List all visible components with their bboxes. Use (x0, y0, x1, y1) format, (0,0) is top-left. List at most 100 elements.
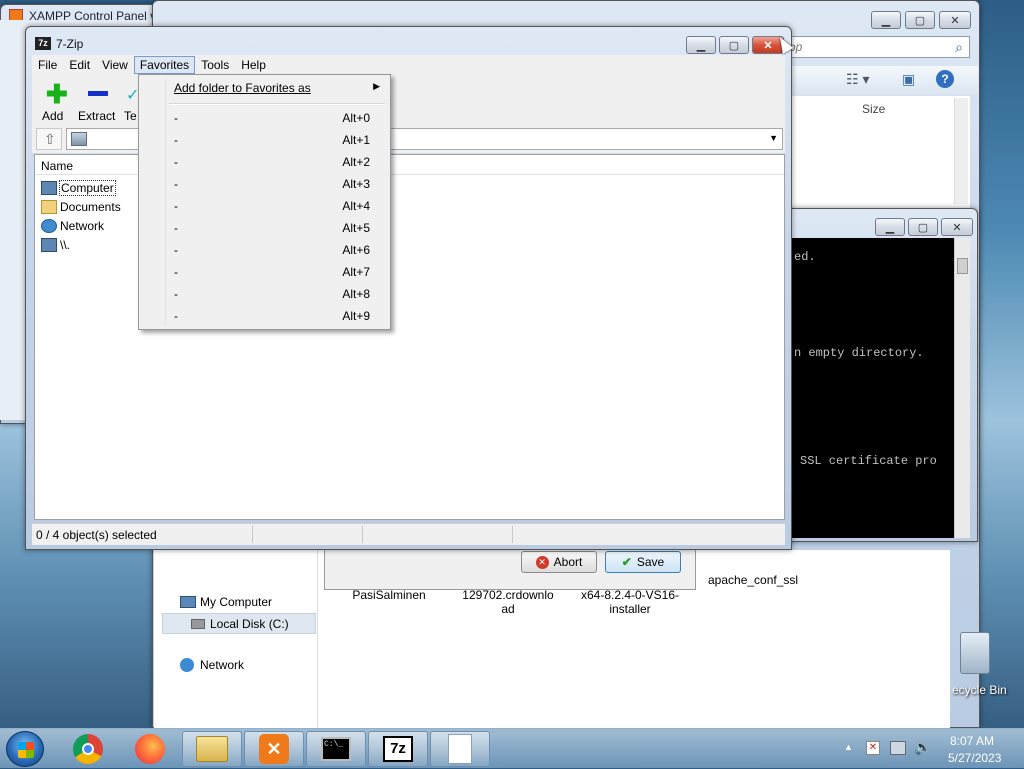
favorite-shortcut: Alt+9 (342, 309, 370, 323)
list-item-label: Computer (59, 180, 116, 196)
start-button[interactable] (6, 731, 44, 767)
taskbar-command-prompt[interactable]: C:\_ (306, 731, 366, 767)
file-item[interactable]: PasiSalminen (344, 588, 434, 602)
extract-button[interactable]: Extract (78, 79, 122, 123)
clock-time[interactable]: 8:07 AM (950, 734, 994, 748)
console-line: n empty directory. (794, 346, 924, 360)
file-item[interactable]: apache_conf_ssl (708, 573, 808, 587)
explorer-scrollbar[interactable] (954, 98, 968, 204)
checkmark-icon: ✔ (621, 555, 632, 569)
nav-item-local-disk[interactable]: Local Disk (C:) (162, 613, 316, 634)
size-column-header[interactable]: Size (862, 102, 885, 116)
favorite-shortcut: Alt+3 (342, 177, 370, 191)
favorite-shortcut: Alt+0 (342, 111, 370, 125)
menu-help[interactable]: Help (235, 56, 272, 74)
favorite-slot-5[interactable]: - Alt+5 (141, 217, 388, 239)
nav-item-label: Local Disk (C:) (210, 616, 289, 631)
list-item-computer[interactable]: Computer (41, 179, 116, 197)
favorite-slot-9[interactable]: - Alt+9 (141, 305, 388, 327)
plus-icon: ✚ (46, 79, 68, 109)
folder-icon (196, 736, 228, 762)
taskbar-xampp[interactable]: ✕ (244, 731, 304, 767)
taskbar-chrome[interactable] (58, 731, 118, 767)
show-hidden-icons[interactable]: ▲ (844, 742, 853, 752)
view-options-icon[interactable]: ☷ ▾ (846, 71, 869, 88)
add-folder-to-favorites-item[interactable]: Add folder to Favorites as ▶ (141, 77, 388, 99)
explorer-minimize-button[interactable]: ▁ (871, 11, 901, 29)
favorite-slot-2[interactable]: - Alt+2 (141, 151, 388, 173)
favorite-label: - (174, 133, 178, 147)
list-item-device-path[interactable]: \\. (41, 236, 70, 254)
save-button[interactable]: ✔ Save (605, 551, 681, 573)
test-label: Te (124, 109, 137, 123)
save-label: Save (636, 555, 665, 569)
explorer-search-input[interactable]: pp ⌕ (784, 36, 970, 58)
favorite-slot-7[interactable]: - Alt+7 (141, 261, 388, 283)
taskbar-7zip[interactable]: 7z (368, 731, 428, 767)
clock-date[interactable]: 5/27/2023 (948, 751, 1001, 765)
nav-item-network[interactable]: Network (180, 658, 244, 672)
menu-view[interactable]: View (96, 56, 134, 74)
taskbar-blank-document[interactable] (430, 731, 490, 767)
taskbar-file-explorer[interactable] (182, 731, 242, 767)
7zip-maximize-button[interactable]: ▢ (719, 36, 749, 54)
favorite-slot-6[interactable]: - Alt+6 (141, 239, 388, 261)
console-maximize-button[interactable]: ▢ (908, 218, 938, 236)
favorite-label: - (174, 243, 178, 257)
tray-area: ▲ ✕ 🔈 8:07 AM 5/27/2023 (840, 729, 1024, 769)
favorite-slot-8[interactable]: - Alt+8 (141, 283, 388, 305)
console-close-button[interactable]: ✕ (941, 218, 973, 236)
help-icon[interactable]: ? (936, 70, 954, 88)
folder-icon (41, 200, 57, 214)
recycle-bin-icon[interactable] (960, 632, 990, 674)
console-line: ed. (794, 250, 816, 264)
favorite-slot-0[interactable]: - Alt+0 (141, 107, 388, 129)
7zip-taskbar-icon: 7z (383, 736, 413, 762)
network-icon (41, 219, 57, 233)
preview-pane-icon[interactable]: ▣ (902, 71, 915, 88)
console-scrollbar[interactable] (954, 238, 970, 538)
recycle-bin-label[interactable]: ecycle Bin (952, 683, 1024, 697)
favorite-slot-4[interactable]: - Alt+4 (141, 195, 388, 217)
up-folder-button[interactable]: ⇧ (36, 128, 62, 150)
file-item[interactable]: 129702.crdownload (460, 588, 556, 616)
action-center-icon[interactable]: ✕ (866, 741, 880, 755)
favorite-slot-3[interactable]: - Alt+3 (141, 173, 388, 195)
volume-muted-icon[interactable]: 🔈 (914, 739, 931, 756)
file-item-label: x64-8.2.4-0-VS16-installer (580, 588, 680, 616)
menu-file[interactable]: File (32, 56, 63, 74)
nav-item-my-computer[interactable]: My Computer (180, 595, 272, 609)
computer-icon (41, 238, 57, 252)
test-button[interactable]: ✓ Te (124, 79, 138, 123)
file-item[interactable]: x64-8.2.4-0-VS16-installer (580, 588, 680, 616)
taskbar-firefox[interactable] (120, 731, 180, 767)
favorite-slot-1[interactable]: - Alt+1 (141, 129, 388, 151)
favorite-label: - (174, 111, 178, 125)
favorite-shortcut: Alt+2 (342, 155, 370, 169)
add-button[interactable]: ✚ Add (38, 79, 76, 123)
list-item-network[interactable]: Network (41, 217, 104, 235)
favorite-label: - (174, 265, 178, 279)
menu-edit[interactable]: Edit (63, 56, 96, 74)
dropdown-arrow-icon[interactable]: ▼ (769, 133, 778, 143)
abort-icon: ✕ (535, 555, 549, 569)
menu-tools[interactable]: Tools (195, 56, 235, 74)
list-item-documents[interactable]: Documents (41, 198, 121, 216)
7zip-minimize-button[interactable]: ▁ (686, 36, 716, 54)
abort-button[interactable]: ✕ Abort (521, 551, 597, 573)
console-output: ed. n empty directory. SSL certificate p… (786, 238, 954, 538)
explorer-close-button[interactable]: ✕ (939, 11, 971, 29)
favorite-shortcut: Alt+5 (342, 221, 370, 235)
name-column-header[interactable]: Name (41, 159, 73, 173)
menu-favorites[interactable]: Favorites (133, 56, 196, 74)
favorite-label: - (174, 177, 178, 191)
console-minimize-button[interactable]: ▁ (875, 218, 905, 236)
network-icon (180, 658, 194, 672)
drive-icon (191, 618, 205, 629)
search-icon[interactable]: ⌕ (955, 39, 963, 56)
status-divider (252, 526, 253, 543)
network-tray-icon[interactable] (890, 741, 906, 755)
explorer-maximize-button[interactable]: ▢ (905, 11, 935, 29)
console-scroll-thumb[interactable] (957, 258, 968, 274)
status-divider (512, 526, 513, 543)
